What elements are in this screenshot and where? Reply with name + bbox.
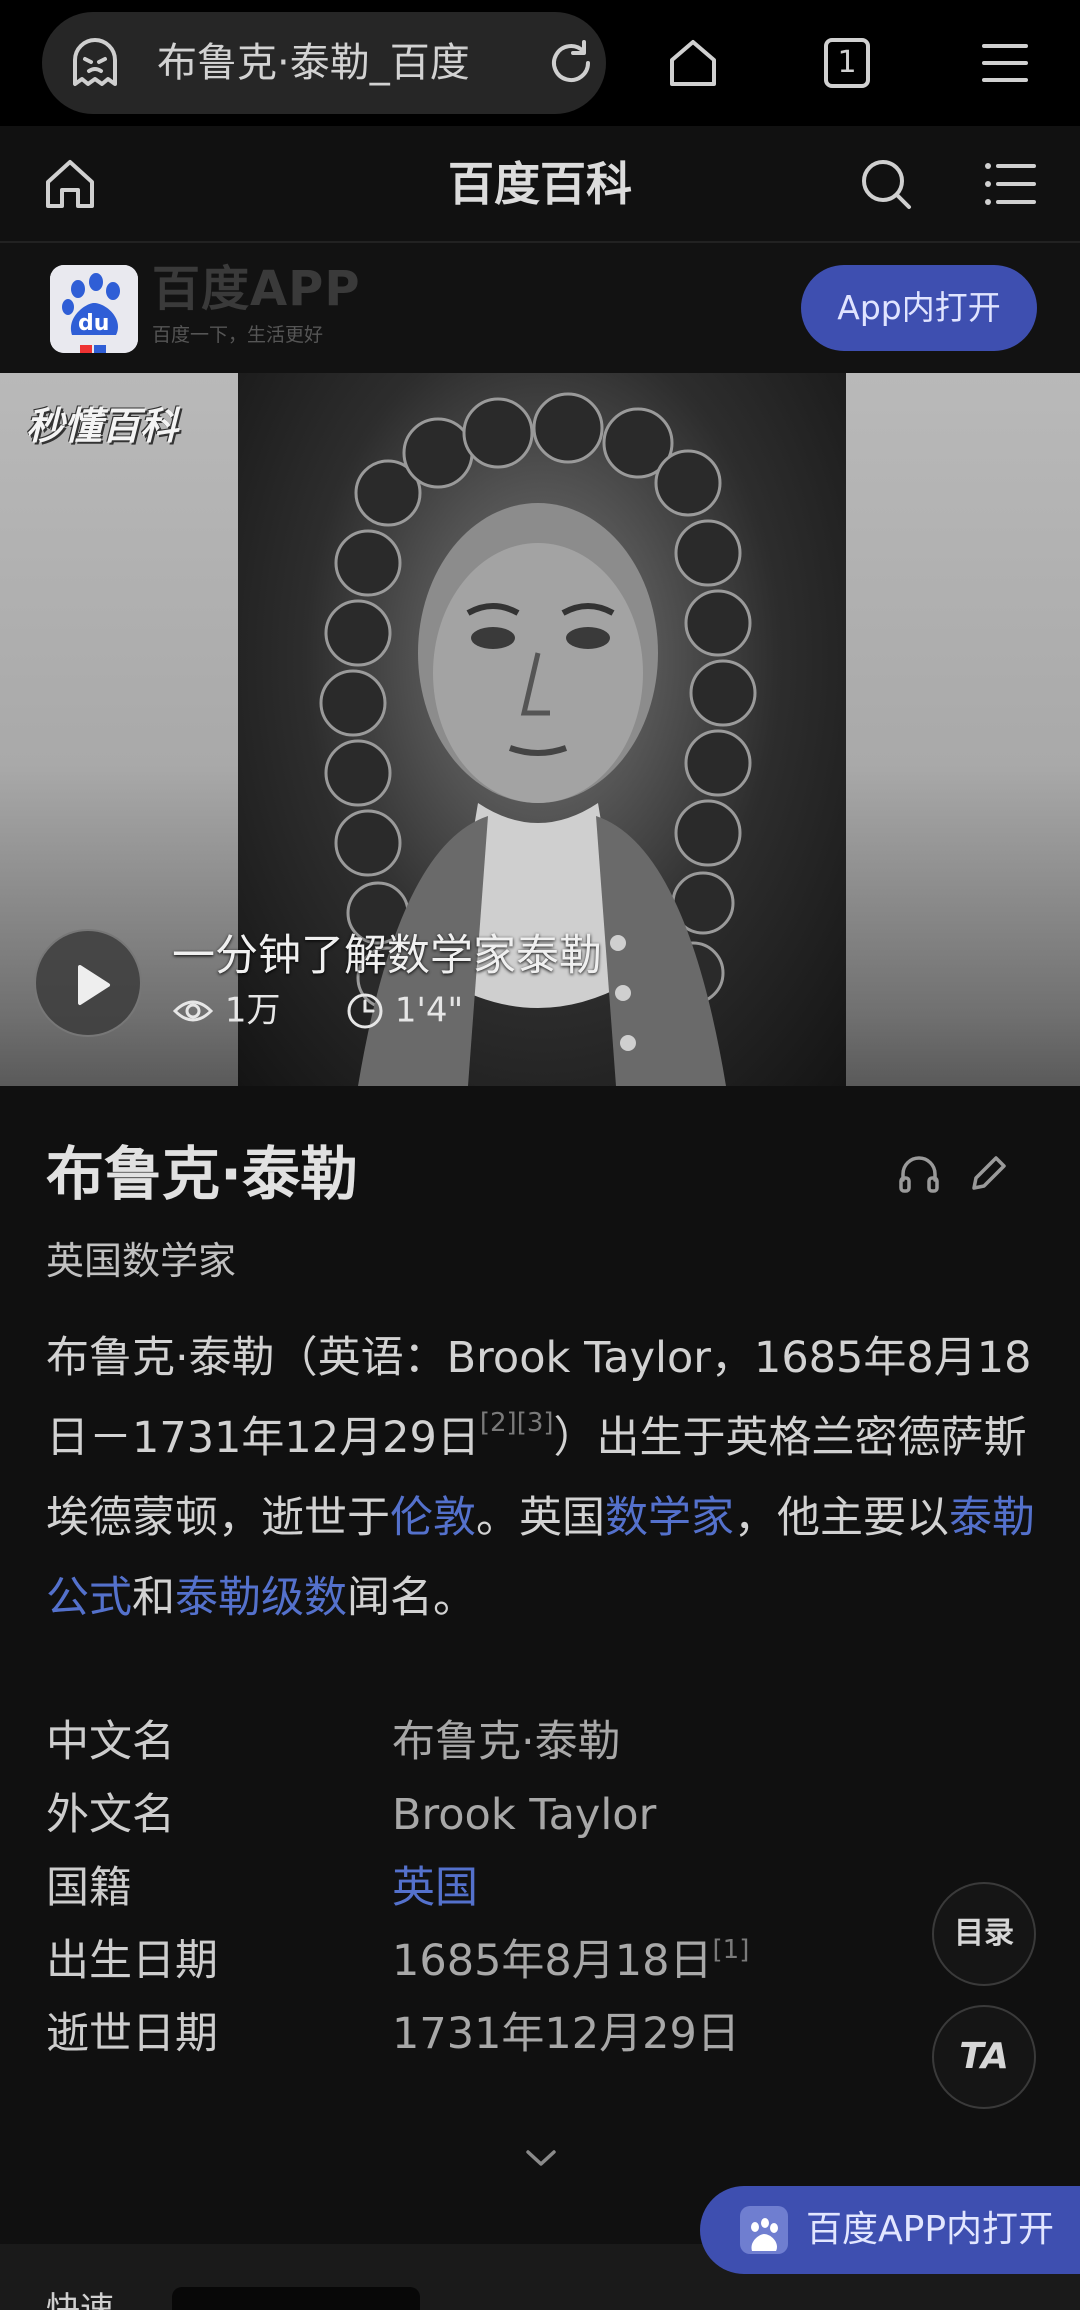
- browser-toolbar: 布鲁克·泰勒_百度 1: [0, 0, 1080, 126]
- info-label: 逝世日期: [46, 2009, 218, 2059]
- open-in-app-button[interactable]: App内打开: [801, 265, 1037, 351]
- baidu-app-logo: du: [50, 265, 138, 353]
- summary-text: 和: [132, 1573, 175, 1623]
- info-label: 外文名: [46, 1790, 175, 1840]
- info-row-nationality: 国籍 英国: [46, 1852, 926, 1925]
- page-title: 布鲁克·泰勒: [46, 1140, 359, 1208]
- open-app-label: 百度APP内打开: [806, 2209, 1055, 2250]
- birth-date: 1685年8月18日: [392, 1936, 713, 1986]
- edit-icon[interactable]: [966, 1150, 1012, 1196]
- info-value: 布鲁克·泰勒: [392, 1717, 621, 1767]
- reference-mark[interactable]: [1]: [713, 1935, 750, 1965]
- info-value: 1685年8月18日[1]: [392, 1925, 749, 1998]
- quick-nav-label: 快速: [46, 2290, 114, 2310]
- summary-text: 闻名。: [347, 1573, 476, 1623]
- paw-icon: [740, 2206, 788, 2254]
- quick-nav-box[interactable]: [172, 2287, 420, 2310]
- chevron-down-icon[interactable]: [524, 2146, 558, 2170]
- site-header: 百度百科: [0, 126, 1080, 243]
- home-icon[interactable]: [664, 34, 722, 92]
- video-duration: 1'4": [394, 990, 464, 1031]
- link-london[interactable]: 伦敦: [390, 1493, 476, 1543]
- headphones-icon[interactable]: [896, 1150, 942, 1196]
- person-description: 英国数学家: [46, 1239, 237, 1283]
- info-row-foreign-name: 外文名 Brook Taylor: [46, 1779, 926, 1852]
- info-value: 1731年12月29日: [392, 2009, 740, 2059]
- font-size-button[interactable]: TA: [932, 2005, 1036, 2109]
- play-button[interactable]: [34, 929, 142, 1037]
- app-slogan: 百度一下，生活更好: [152, 324, 324, 346]
- article-content: 布鲁克·泰勒 英国数学家 布鲁克·泰勒（英语：Brook Taylor，1685…: [0, 1086, 1080, 2310]
- info-row-birth-date: 出生日期 1685年8月18日[1]: [46, 1925, 926, 1998]
- view-count: 1万: [224, 990, 281, 1031]
- site-title[interactable]: 百度百科: [0, 154, 1080, 214]
- open-in-baidu-app-button[interactable]: 百度APP内打开: [700, 2186, 1080, 2274]
- summary-text: ，他主要以: [734, 1493, 949, 1543]
- tabs-button[interactable]: 1: [824, 38, 870, 88]
- info-label: 中文名: [46, 1717, 175, 1767]
- video-meta: 1万 1'4": [172, 987, 463, 1033]
- link-mathematician[interactable]: 数学家: [605, 1493, 734, 1543]
- video-player[interactable]: 秒懂百科 一分钟了解数学家泰勒 1万 1'4": [0, 373, 1080, 1086]
- list-icon[interactable]: [980, 154, 1040, 214]
- info-label: 国籍: [46, 1863, 132, 1913]
- app-download-banner: du 百度APP 百度一下，生活更好 App内打开: [0, 243, 1080, 373]
- info-row-chinese-name: 中文名 布鲁克·泰勒: [46, 1706, 926, 1779]
- video-title[interactable]: 一分钟了解数学家泰勒: [172, 929, 602, 983]
- video-watermark: 秒懂百科: [26, 404, 179, 448]
- summary-text: 。英国: [476, 1493, 605, 1543]
- paw-icon: [50, 265, 138, 353]
- eye-icon: [172, 1000, 214, 1021]
- link-england[interactable]: 英国: [392, 1852, 478, 1925]
- info-value: Brook Taylor: [392, 1790, 657, 1840]
- search-icon[interactable]: [856, 154, 916, 214]
- info-label: 出生日期: [46, 1936, 218, 1986]
- logo-text: du: [78, 311, 110, 336]
- menu-icon[interactable]: [976, 34, 1034, 92]
- address-bar[interactable]: 布鲁克·泰勒_百度: [42, 12, 606, 114]
- link-taylor-series[interactable]: 泰勒级数: [175, 1573, 347, 1623]
- clock-icon: [347, 993, 383, 1028]
- play-icon: [78, 965, 110, 1005]
- info-row-death-date: 逝世日期 1731年12月29日: [46, 1998, 926, 2071]
- article-summary: 布鲁克·泰勒（英语：Brook Taylor，1685年8月18日－1731年1…: [46, 1318, 1041, 1638]
- info-box: 中文名 布鲁克·泰勒 外文名 Brook Taylor 国籍 英国 出生日期 1…: [46, 1706, 926, 2071]
- toc-button[interactable]: 目录: [932, 1882, 1036, 1986]
- reference-mark[interactable]: [2][3]: [480, 1408, 554, 1438]
- ghost-icon[interactable]: [66, 34, 124, 92]
- app-name: 百度APP: [152, 261, 361, 317]
- reload-icon[interactable]: [544, 36, 598, 90]
- url-text[interactable]: 布鲁克·泰勒_百度: [157, 38, 537, 88]
